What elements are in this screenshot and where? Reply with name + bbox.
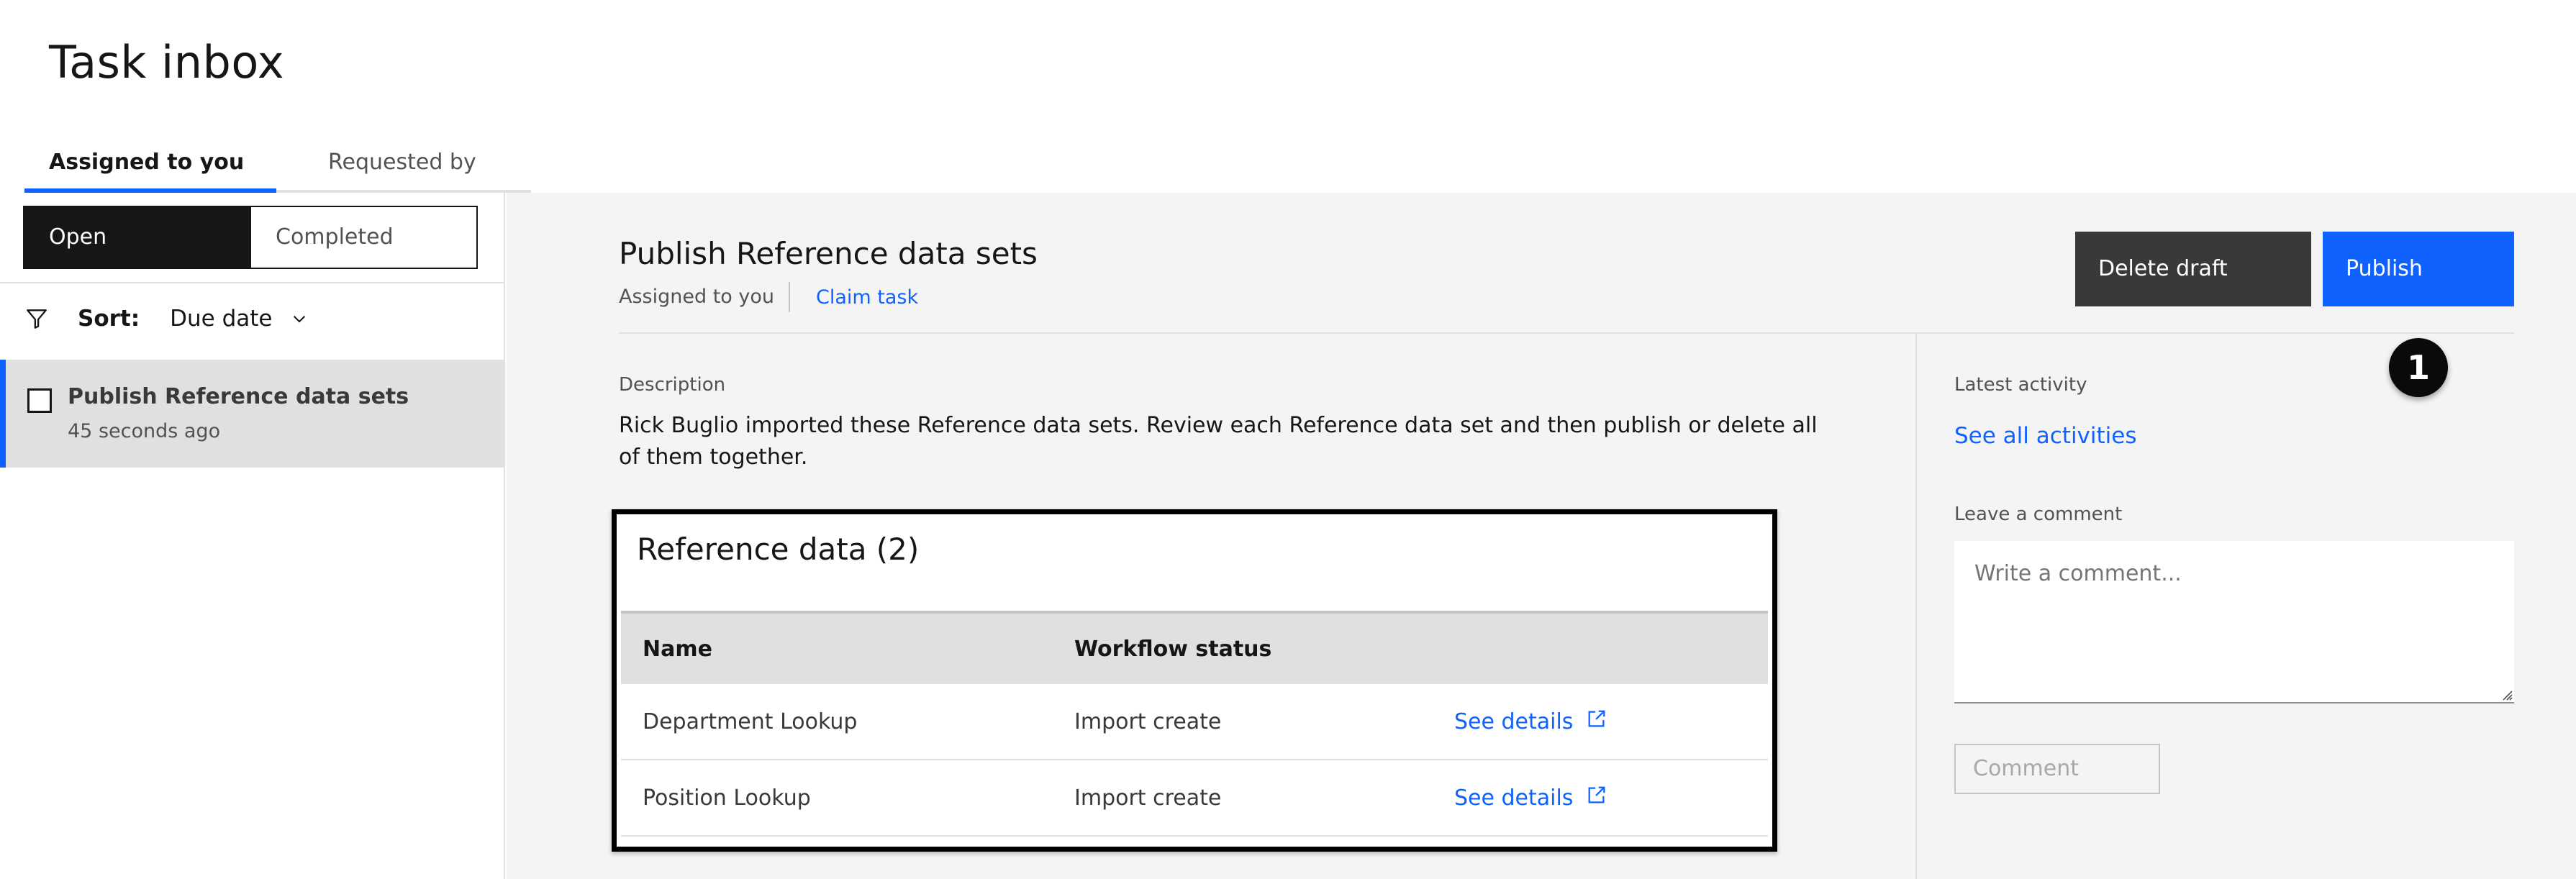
resize-handle-icon[interactable]: [2500, 688, 2513, 701]
reference-data-card: Reference data (2) Name Workflow status …: [612, 509, 1777, 852]
comment-input[interactable]: [1954, 541, 2514, 703]
publish-button[interactable]: Publish: [2323, 232, 2514, 306]
column-header-name: Name: [643, 636, 712, 662]
delete-draft-button[interactable]: Delete draft: [2075, 232, 2311, 306]
column-divider: [1915, 334, 1917, 879]
row-name: Department Lookup: [643, 709, 858, 734]
reference-data-title: Reference data (2): [637, 532, 920, 567]
assigned-text: Assigned to you: [619, 282, 790, 312]
see-details-link[interactable]: See details: [1454, 785, 1573, 811]
task-list-item[interactable]: Publish Reference data sets 45 seconds a…: [0, 360, 504, 468]
launch-icon[interactable]: [1586, 784, 1607, 806]
sort-row: Sort: Due date: [0, 282, 504, 354]
status-switcher: Open Completed: [23, 206, 478, 269]
switch-open[interactable]: Open: [24, 207, 250, 268]
task-checkbox[interactable]: [27, 388, 52, 413]
tab-bar: Assigned to you Requested by you: [24, 144, 531, 212]
assignment-row: Assigned to you Claim task: [619, 282, 918, 312]
table-row: Department Lookup Import create See deta…: [621, 684, 1768, 760]
description-text: Rick Buglio imported these Reference dat…: [619, 413, 1818, 470]
table-header: Name Workflow status: [621, 611, 1768, 684]
row-status: Import create: [1074, 785, 1222, 811]
see-all-activities-link[interactable]: See all activities: [1954, 423, 2137, 449]
row-status: Import create: [1074, 709, 1222, 734]
switch-completed[interactable]: Completed: [250, 207, 476, 268]
launch-icon[interactable]: [1586, 708, 1607, 729]
chevron-down-icon[interactable]: [290, 309, 309, 328]
comment-button[interactable]: Comment: [1954, 744, 2160, 794]
task-item-title: Publish Reference data sets: [68, 384, 409, 409]
description-label: Description: [619, 374, 726, 396]
claim-task-link[interactable]: Claim task: [816, 286, 918, 309]
task-detail: Publish Reference data sets Assigned to …: [507, 193, 2576, 879]
page-title: Task inbox: [49, 36, 285, 88]
see-details-link[interactable]: See details: [1454, 709, 1573, 734]
reference-data-table: Name Workflow status Department Lookup I…: [621, 611, 1768, 837]
header-divider: [619, 332, 2514, 334]
tab-requested-by-you[interactable]: Requested by you: [304, 144, 531, 212]
row-actions: See details: [1433, 785, 1768, 811]
filter-icon[interactable]: [24, 306, 49, 331]
column-header-workflow-status: Workflow status: [1074, 636, 1272, 662]
detail-title: Publish Reference data sets: [619, 236, 1038, 271]
tab-assigned-to-you[interactable]: Assigned to you: [24, 144, 276, 193]
latest-activity-label: Latest activity: [1954, 374, 2087, 396]
sort-label: Sort:: [78, 306, 140, 332]
leave-comment-label: Leave a comment: [1954, 504, 2123, 525]
table-row: Position Lookup Import create See detail…: [621, 760, 1768, 837]
step-callout: 1: [2389, 338, 2448, 397]
task-item-time: 45 seconds ago: [68, 420, 221, 442]
task-list-panel: Open Completed Sort: Due date Publish Re…: [0, 193, 505, 879]
sort-dropdown[interactable]: Due date: [170, 306, 272, 332]
row-actions: See details: [1433, 709, 1768, 734]
row-name: Position Lookup: [643, 785, 811, 811]
